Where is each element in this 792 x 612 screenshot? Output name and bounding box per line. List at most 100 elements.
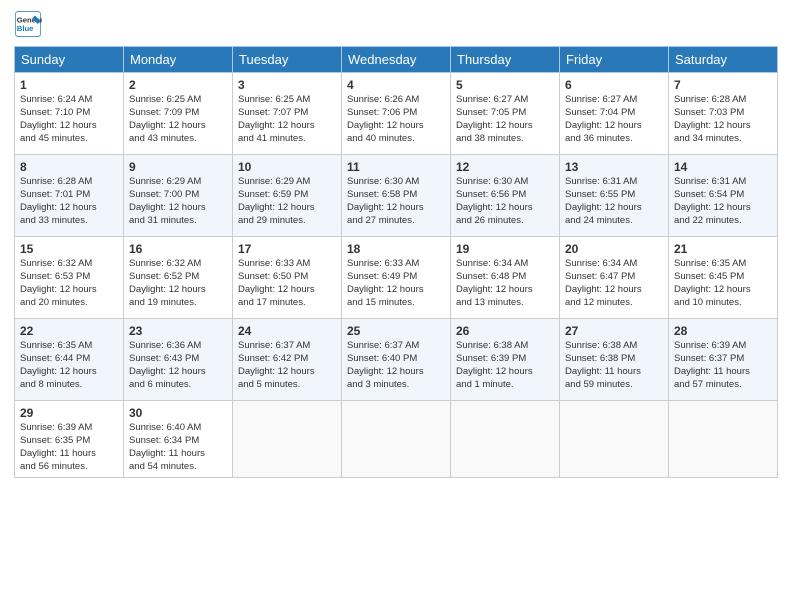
- day-number: 25: [347, 323, 445, 339]
- calendar-table: SundayMondayTuesdayWednesdayThursdayFrid…: [14, 46, 778, 478]
- calendar-cell: [560, 401, 669, 478]
- day-detail: Sunrise: 6:40 AM Sunset: 6:34 PM Dayligh…: [129, 422, 227, 473]
- day-detail: Sunrise: 6:29 AM Sunset: 6:59 PM Dayligh…: [238, 176, 336, 227]
- calendar-cell: 22Sunrise: 6:35 AM Sunset: 6:44 PM Dayli…: [15, 319, 124, 401]
- day-detail: Sunrise: 6:25 AM Sunset: 7:07 PM Dayligh…: [238, 94, 336, 145]
- logo: General Blue: [14, 10, 46, 38]
- day-number: 8: [20, 159, 118, 175]
- day-detail: Sunrise: 6:32 AM Sunset: 6:52 PM Dayligh…: [129, 258, 227, 309]
- calendar-cell: 11Sunrise: 6:30 AM Sunset: 6:58 PM Dayli…: [342, 155, 451, 237]
- calendar-cell: 16Sunrise: 6:32 AM Sunset: 6:52 PM Dayli…: [124, 237, 233, 319]
- day-detail: Sunrise: 6:32 AM Sunset: 6:53 PM Dayligh…: [20, 258, 118, 309]
- day-number: 9: [129, 159, 227, 175]
- calendar-cell: 27Sunrise: 6:38 AM Sunset: 6:38 PM Dayli…: [560, 319, 669, 401]
- logo-icon: General Blue: [14, 10, 42, 38]
- calendar-cell: 15Sunrise: 6:32 AM Sunset: 6:53 PM Dayli…: [15, 237, 124, 319]
- col-header-monday: Monday: [124, 47, 233, 73]
- day-detail: Sunrise: 6:30 AM Sunset: 6:58 PM Dayligh…: [347, 176, 445, 227]
- calendar-cell: 6Sunrise: 6:27 AM Sunset: 7:04 PM Daylig…: [560, 73, 669, 155]
- calendar-cell: [669, 401, 778, 478]
- main-container: General Blue SundayMondayTuesdayWednesda…: [0, 0, 792, 488]
- day-detail: Sunrise: 6:38 AM Sunset: 6:38 PM Dayligh…: [565, 340, 663, 391]
- calendar-cell: [342, 401, 451, 478]
- day-detail: Sunrise: 6:27 AM Sunset: 7:05 PM Dayligh…: [456, 94, 554, 145]
- day-detail: Sunrise: 6:30 AM Sunset: 6:56 PM Dayligh…: [456, 176, 554, 227]
- day-number: 29: [20, 405, 118, 421]
- day-number: 21: [674, 241, 772, 257]
- calendar-cell: 26Sunrise: 6:38 AM Sunset: 6:39 PM Dayli…: [451, 319, 560, 401]
- day-detail: Sunrise: 6:31 AM Sunset: 6:54 PM Dayligh…: [674, 176, 772, 227]
- calendar-cell: 18Sunrise: 6:33 AM Sunset: 6:49 PM Dayli…: [342, 237, 451, 319]
- day-number: 6: [565, 77, 663, 93]
- calendar-cell: 12Sunrise: 6:30 AM Sunset: 6:56 PM Dayli…: [451, 155, 560, 237]
- calendar-cell: 30Sunrise: 6:40 AM Sunset: 6:34 PM Dayli…: [124, 401, 233, 478]
- day-detail: Sunrise: 6:35 AM Sunset: 6:44 PM Dayligh…: [20, 340, 118, 391]
- day-number: 20: [565, 241, 663, 257]
- calendar-cell: 7Sunrise: 6:28 AM Sunset: 7:03 PM Daylig…: [669, 73, 778, 155]
- day-number: 2: [129, 77, 227, 93]
- header: General Blue: [14, 10, 778, 38]
- col-header-thursday: Thursday: [451, 47, 560, 73]
- day-number: 13: [565, 159, 663, 175]
- calendar-cell: 10Sunrise: 6:29 AM Sunset: 6:59 PM Dayli…: [233, 155, 342, 237]
- calendar-cell: 21Sunrise: 6:35 AM Sunset: 6:45 PM Dayli…: [669, 237, 778, 319]
- day-number: 27: [565, 323, 663, 339]
- calendar-cell: 14Sunrise: 6:31 AM Sunset: 6:54 PM Dayli…: [669, 155, 778, 237]
- day-detail: Sunrise: 6:33 AM Sunset: 6:50 PM Dayligh…: [238, 258, 336, 309]
- day-number: 17: [238, 241, 336, 257]
- day-number: 26: [456, 323, 554, 339]
- calendar-cell: 4Sunrise: 6:26 AM Sunset: 7:06 PM Daylig…: [342, 73, 451, 155]
- day-number: 30: [129, 405, 227, 421]
- day-number: 10: [238, 159, 336, 175]
- col-header-sunday: Sunday: [15, 47, 124, 73]
- day-detail: Sunrise: 6:37 AM Sunset: 6:40 PM Dayligh…: [347, 340, 445, 391]
- day-detail: Sunrise: 6:37 AM Sunset: 6:42 PM Dayligh…: [238, 340, 336, 391]
- calendar-cell: 19Sunrise: 6:34 AM Sunset: 6:48 PM Dayli…: [451, 237, 560, 319]
- svg-text:Blue: Blue: [17, 24, 34, 33]
- calendar-cell: 9Sunrise: 6:29 AM Sunset: 7:00 PM Daylig…: [124, 155, 233, 237]
- day-number: 1: [20, 77, 118, 93]
- col-header-saturday: Saturday: [669, 47, 778, 73]
- calendar-cell: 25Sunrise: 6:37 AM Sunset: 6:40 PM Dayli…: [342, 319, 451, 401]
- day-detail: Sunrise: 6:28 AM Sunset: 7:03 PM Dayligh…: [674, 94, 772, 145]
- day-number: 11: [347, 159, 445, 175]
- day-number: 16: [129, 241, 227, 257]
- day-number: 19: [456, 241, 554, 257]
- calendar-cell: 8Sunrise: 6:28 AM Sunset: 7:01 PM Daylig…: [15, 155, 124, 237]
- day-number: 28: [674, 323, 772, 339]
- day-number: 14: [674, 159, 772, 175]
- col-header-tuesday: Tuesday: [233, 47, 342, 73]
- day-detail: Sunrise: 6:31 AM Sunset: 6:55 PM Dayligh…: [565, 176, 663, 227]
- day-detail: Sunrise: 6:28 AM Sunset: 7:01 PM Dayligh…: [20, 176, 118, 227]
- calendar-cell: [451, 401, 560, 478]
- calendar-cell: 2Sunrise: 6:25 AM Sunset: 7:09 PM Daylig…: [124, 73, 233, 155]
- day-detail: Sunrise: 6:27 AM Sunset: 7:04 PM Dayligh…: [565, 94, 663, 145]
- day-detail: Sunrise: 6:39 AM Sunset: 6:35 PM Dayligh…: [20, 422, 118, 473]
- calendar-cell: 5Sunrise: 6:27 AM Sunset: 7:05 PM Daylig…: [451, 73, 560, 155]
- day-detail: Sunrise: 6:34 AM Sunset: 6:48 PM Dayligh…: [456, 258, 554, 309]
- calendar-cell: 24Sunrise: 6:37 AM Sunset: 6:42 PM Dayli…: [233, 319, 342, 401]
- day-detail: Sunrise: 6:26 AM Sunset: 7:06 PM Dayligh…: [347, 94, 445, 145]
- day-number: 7: [674, 77, 772, 93]
- day-detail: Sunrise: 6:35 AM Sunset: 6:45 PM Dayligh…: [674, 258, 772, 309]
- day-number: 12: [456, 159, 554, 175]
- day-detail: Sunrise: 6:33 AM Sunset: 6:49 PM Dayligh…: [347, 258, 445, 309]
- calendar-cell: 29Sunrise: 6:39 AM Sunset: 6:35 PM Dayli…: [15, 401, 124, 478]
- header-row: SundayMondayTuesdayWednesdayThursdayFrid…: [15, 47, 778, 73]
- calendar-cell: 1Sunrise: 6:24 AM Sunset: 7:10 PM Daylig…: [15, 73, 124, 155]
- day-number: 24: [238, 323, 336, 339]
- calendar-cell: 17Sunrise: 6:33 AM Sunset: 6:50 PM Dayli…: [233, 237, 342, 319]
- day-detail: Sunrise: 6:29 AM Sunset: 7:00 PM Dayligh…: [129, 176, 227, 227]
- day-number: 5: [456, 77, 554, 93]
- day-detail: Sunrise: 6:34 AM Sunset: 6:47 PM Dayligh…: [565, 258, 663, 309]
- day-number: 23: [129, 323, 227, 339]
- day-detail: Sunrise: 6:38 AM Sunset: 6:39 PM Dayligh…: [456, 340, 554, 391]
- calendar-cell: 3Sunrise: 6:25 AM Sunset: 7:07 PM Daylig…: [233, 73, 342, 155]
- calendar-cell: 13Sunrise: 6:31 AM Sunset: 6:55 PM Dayli…: [560, 155, 669, 237]
- calendar-cell: [233, 401, 342, 478]
- day-detail: Sunrise: 6:24 AM Sunset: 7:10 PM Dayligh…: [20, 94, 118, 145]
- day-detail: Sunrise: 6:36 AM Sunset: 6:43 PM Dayligh…: [129, 340, 227, 391]
- col-header-wednesday: Wednesday: [342, 47, 451, 73]
- day-number: 4: [347, 77, 445, 93]
- day-detail: Sunrise: 6:25 AM Sunset: 7:09 PM Dayligh…: [129, 94, 227, 145]
